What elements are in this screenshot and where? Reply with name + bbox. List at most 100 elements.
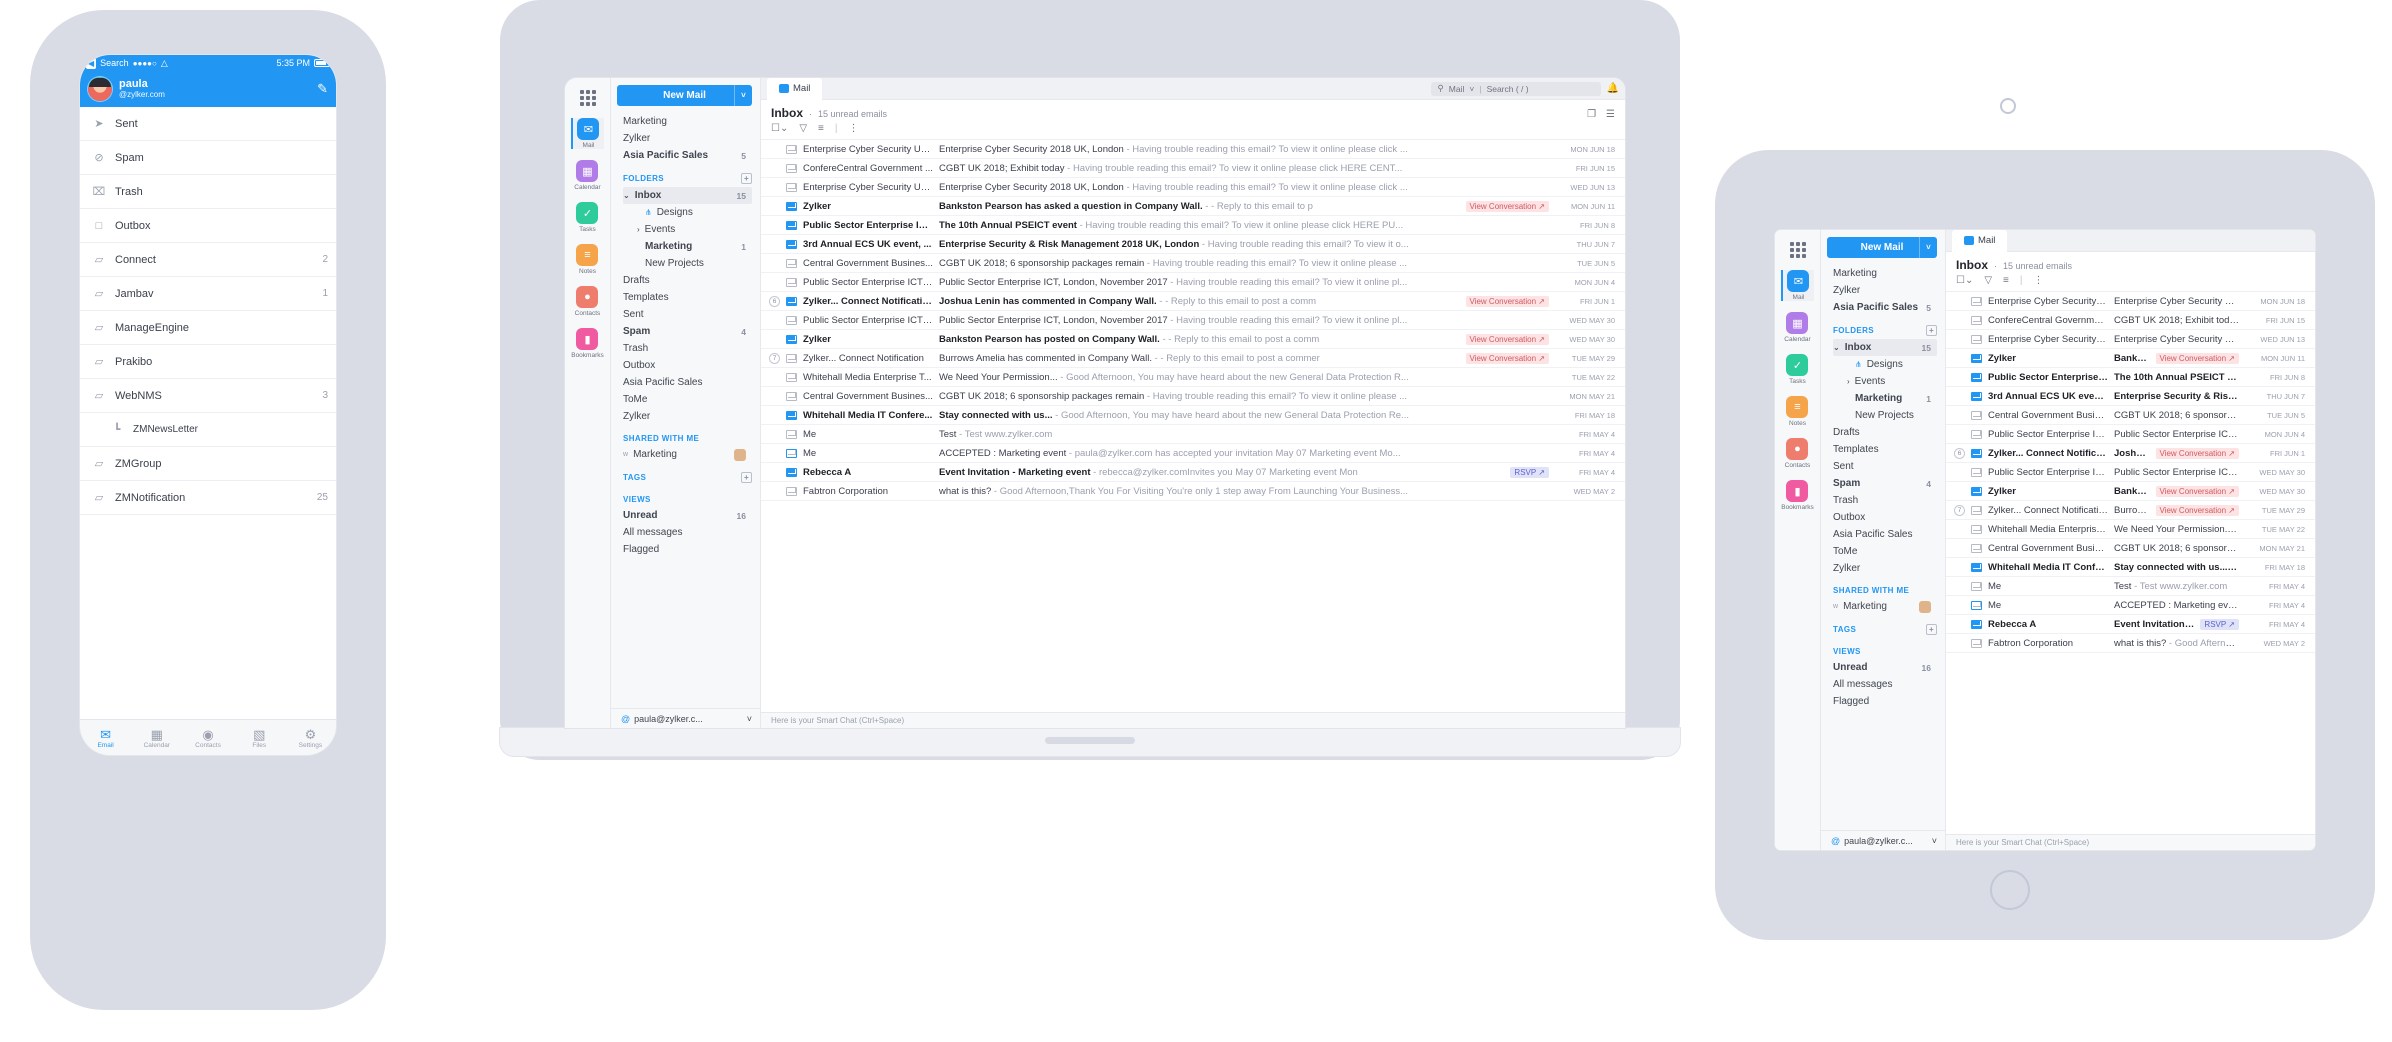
folder-item[interactable]: Asia Pacific Sales (623, 374, 752, 391)
folder-item[interactable]: Trash (623, 340, 752, 357)
email-row[interactable]: Fabtron Corporation what is this? - Good … (1946, 634, 2315, 653)
email-row[interactable]: Enterprise Cyber Security UK... Enterpris… (1946, 292, 2315, 311)
email-row[interactable]: Enterprise Cyber Security UK... Enterpris… (761, 178, 1625, 197)
account-footer[interactable]: @ paula@zylker.c... ˅ (1821, 830, 1945, 850)
menu-icon[interactable]: ☰ (1606, 109, 1615, 120)
view-conversation-badge[interactable]: View Conversation ↗ (1465, 295, 1549, 307)
rail-item-notes[interactable]: ≡ Notes (1781, 396, 1814, 427)
folder-item[interactable]: New Projects (1833, 407, 1937, 424)
folder-item[interactable]: › Events (1833, 373, 1937, 390)
view-item[interactable]: Unread 16 (623, 507, 752, 524)
account-item[interactable]: Zylker (623, 130, 752, 147)
new-mail-button[interactable]: New Mail ˅ (617, 85, 752, 106)
email-row[interactable]: ConfereCentral Government ... CGBT UK 201… (761, 159, 1625, 178)
email-row[interactable]: Whitehall Media IT Confere... Stay connec… (761, 406, 1625, 425)
view-item[interactable]: All messages (623, 524, 752, 541)
email-row[interactable]: Public Sector Enterprise ICT ... Public S… (761, 273, 1625, 292)
email-row[interactable]: Whitehall Media Enterprise T... We Need Y… (1946, 520, 2315, 539)
folder-item[interactable]: ⋔ Designs (1833, 356, 1937, 373)
filter-icon[interactable]: ▽ (799, 123, 807, 134)
select-all-checkbox[interactable]: ☐⌄ (771, 123, 788, 134)
folder-item[interactable]: ⋔ Designs (623, 204, 752, 221)
phone-tab-contacts[interactable]: ◉ Contacts (182, 727, 233, 749)
tab-mail[interactable]: Mail (767, 78, 823, 100)
phone-account-header[interactable]: paula @zylker.com ✎ (80, 71, 336, 107)
rail-item-tasks[interactable]: ✓ Tasks (571, 202, 604, 233)
view-item[interactable]: Flagged (1833, 693, 1937, 710)
folder-item[interactable]: Sent (1833, 458, 1937, 475)
phone-folder-item[interactable]: ⊘ Spam (80, 141, 336, 175)
email-row[interactable]: Fabtron Corporation what is this? - Good … (761, 482, 1625, 501)
chevron-icon[interactable]: ⌄ (1833, 343, 1840, 352)
folder-item[interactable]: Sent (623, 306, 752, 323)
view-conversation-badge[interactable]: View Conversation ↗ (1465, 352, 1549, 364)
folder-item[interactable]: Outbox (1833, 509, 1937, 526)
chevron-icon[interactable]: › (637, 225, 640, 234)
phone-folder-item[interactable]: ⌧ Trash (80, 175, 336, 209)
email-row[interactable]: 6 Zylker... Connect Notification Joshua Le… (761, 292, 1625, 311)
email-row[interactable]: Public Sector Enterprise ICT ... Public S… (1946, 463, 2315, 482)
view-conversation-badge[interactable]: View Conversation ↗ (1465, 200, 1549, 212)
phone-folder-item[interactable]: ▱ Jambav 1 (80, 277, 336, 311)
phone-tab-calendar[interactable]: ▦ Calendar (131, 727, 182, 749)
compose-icon[interactable]: ✎ (317, 81, 328, 97)
chevron-down-icon[interactable]: ˅ (734, 85, 752, 106)
view-conversation-badge[interactable]: View Conversation ↗ (2155, 447, 2239, 459)
phone-folder-item[interactable]: ▱ Connect 2 (80, 243, 336, 277)
folder-item[interactable]: ⌄ Inbox 15 (1833, 339, 1937, 356)
phone-tab-settings[interactable]: ⚙ Settings (285, 727, 336, 749)
rail-item-mail[interactable]: ✉ Mail (571, 118, 604, 149)
sort-icon[interactable]: ≡ (818, 123, 824, 134)
account-item[interactable]: Marketing (1833, 265, 1937, 282)
email-row[interactable]: Me Test - Test www.zylker.com FRI MAY 4 (761, 425, 1625, 444)
email-row[interactable]: ConfereCentral Government ... CGBT UK 201… (1946, 311, 2315, 330)
folder-item[interactable]: Drafts (623, 272, 752, 289)
phone-folder-item[interactable]: ▱ ZMGroup (80, 447, 336, 481)
chevron-icon[interactable]: ⌄ (623, 191, 630, 200)
folder-item[interactable]: New Projects (623, 255, 752, 272)
chevron-down-icon[interactable]: ˅ (747, 714, 752, 724)
email-row[interactable]: Zylker Bankston Pearson has asked a quest… (1946, 349, 2315, 368)
email-row[interactable]: Zylker Bankston Pearson has posted on Com… (761, 330, 1625, 349)
email-row[interactable]: 7 Zylker... Connect Notification Burrows A… (1946, 501, 2315, 520)
account-item[interactable]: Asia Pacific Sales 5 (623, 147, 752, 164)
view-item[interactable]: Unread 16 (1833, 659, 1937, 676)
email-row[interactable]: Whitehall Media Enterprise T... We Need Y… (761, 368, 1625, 387)
chevron-icon[interactable]: › (1847, 377, 1850, 386)
phone-tab-email[interactable]: ✉ Email (80, 727, 131, 749)
sort-icon[interactable]: ≡ (2003, 275, 2009, 286)
view-item[interactable]: All messages (1833, 676, 1937, 693)
rsvp-badge[interactable]: RSVP ↗ (2200, 618, 2239, 630)
folder-item[interactable]: Marketing 1 (1833, 390, 1937, 407)
folder-item[interactable]: Trash (1833, 492, 1937, 509)
add-tag-icon[interactable]: + (1926, 624, 1937, 635)
folder-item[interactable]: ⌄ Inbox 15 (623, 187, 752, 204)
rail-item-contacts[interactable]: ● Contacts (1781, 438, 1814, 469)
email-row[interactable]: Whitehall Media IT Confere... Stay connec… (1946, 558, 2315, 577)
search-input[interactable]: ⚲ Mail ˅ | Search ( / ) (1430, 81, 1601, 96)
shared-item[interactable]: w Marketing (1833, 598, 1937, 615)
email-row[interactable]: Enterprise Cyber Security UK... Enterpris… (1946, 330, 2315, 349)
email-row[interactable]: Me ACCEPTED : Marketing event - paula@zyl… (761, 444, 1625, 463)
email-row[interactable]: Rebecca A Event Invitation - Marketing ev… (1946, 615, 2315, 634)
folder-item[interactable]: Templates (1833, 441, 1937, 458)
rsvp-badge[interactable]: RSVP ↗ (1510, 466, 1549, 478)
smart-chat-bar[interactable]: Here is your Smart Chat (Ctrl+Space) (761, 712, 1625, 728)
email-row[interactable]: Me Test - Test www.zylker.com FRI MAY 4 (1946, 577, 2315, 596)
folder-item[interactable]: Drafts (1833, 424, 1937, 441)
app-grid-icon[interactable] (1789, 242, 1806, 258)
folder-item[interactable]: Zylker (623, 408, 752, 425)
view-item[interactable]: Flagged (623, 541, 752, 558)
phone-folder-item[interactable]: ➤ Sent (80, 107, 336, 141)
phone-folder-item[interactable]: □ Outbox (80, 209, 336, 243)
account-item[interactable]: Marketing (623, 113, 752, 130)
email-row[interactable]: Zylker Bankston Pearson has asked a quest… (761, 197, 1625, 216)
email-row[interactable]: Central Government Busines... CGBT UK 201… (761, 254, 1625, 273)
chevron-down-icon[interactable]: ˅ (1919, 237, 1937, 258)
folder-item[interactable]: Asia Pacific Sales (1833, 526, 1937, 543)
folder-item[interactable]: ToMe (1833, 543, 1937, 560)
phone-tab-files[interactable]: ▧ Files (234, 727, 285, 749)
add-folder-icon[interactable]: + (741, 173, 752, 184)
rail-item-notes[interactable]: ≡ Notes (571, 244, 604, 275)
rail-item-contacts[interactable]: ● Contacts (571, 286, 604, 317)
